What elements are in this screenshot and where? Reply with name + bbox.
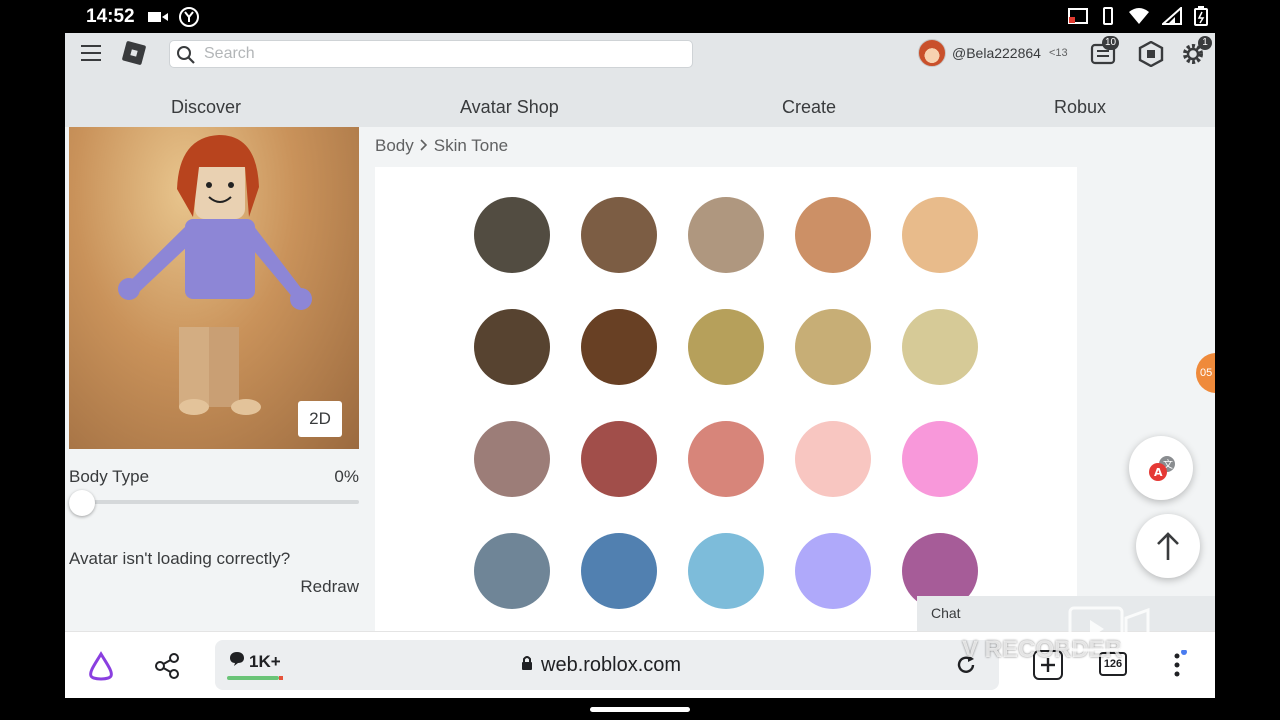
chat-label: Chat bbox=[931, 605, 961, 621]
notifications-badge: 10 bbox=[1102, 36, 1120, 50]
recorder-watermark: V RECORDER bbox=[962, 606, 1150, 664]
skin-tone-swatch[interactable] bbox=[902, 421, 978, 497]
skin-tone-swatch[interactable] bbox=[581, 533, 657, 609]
tab-discover[interactable]: Discover bbox=[171, 97, 241, 118]
skin-tone-swatch[interactable] bbox=[688, 533, 764, 609]
avatar-loading-message: Avatar isn't loading correctly? bbox=[69, 549, 291, 568]
skin-tone-swatch[interactable] bbox=[795, 309, 871, 385]
breadcrumb: Body Skin Tone bbox=[375, 136, 508, 156]
more-options-icon[interactable] bbox=[1167, 649, 1187, 685]
lock-icon bbox=[521, 654, 533, 677]
vibrate-icon bbox=[1100, 7, 1116, 30]
messages-button[interactable]: 10 bbox=[1090, 36, 1120, 67]
avatar[interactable] bbox=[918, 39, 946, 67]
comments-count: 1K+ bbox=[249, 651, 281, 671]
skin-tone-swatch[interactable] bbox=[474, 309, 550, 385]
user-menu[interactable]: @Bela222864 <13 bbox=[918, 39, 1068, 67]
skin-tone-swatch[interactable] bbox=[795, 197, 871, 273]
rating-bar bbox=[227, 676, 283, 680]
wifi-icon bbox=[1128, 7, 1150, 30]
alice-assistant-icon[interactable] bbox=[85, 650, 117, 687]
status-time: 14:52 bbox=[86, 6, 135, 27]
recorder-logo-icon bbox=[1068, 606, 1150, 652]
body-type-value: 0% bbox=[334, 467, 359, 486]
robux-icon bbox=[1138, 40, 1164, 68]
settings-button[interactable]: 1 bbox=[1180, 36, 1212, 67]
roblox-logo-icon[interactable] bbox=[121, 40, 147, 66]
search-bar[interactable] bbox=[169, 40, 693, 68]
url-text: web.roblox.com bbox=[541, 654, 682, 676]
skin-tone-swatch[interactable] bbox=[474, 421, 550, 497]
skin-tone-swatch[interactable] bbox=[795, 421, 871, 497]
body-type-slider[interactable] bbox=[77, 500, 359, 504]
roblox-header: @Bela222864 <13 10 1 Discover Avatar Sho… bbox=[65, 33, 1215, 127]
skin-tone-swatch[interactable] bbox=[688, 421, 764, 497]
breadcrumb-skin-tone: Skin Tone bbox=[433, 136, 509, 155]
skin-tone-swatch[interactable] bbox=[688, 197, 764, 273]
avatar-panel: 2D Body Type 0% Avatar isn't loading cor… bbox=[65, 127, 365, 647]
tab-create[interactable]: Create bbox=[782, 97, 836, 118]
age-badge: <13 bbox=[1048, 47, 1068, 59]
translate-icon: 文 A bbox=[1149, 456, 1175, 481]
search-input[interactable] bbox=[204, 44, 674, 64]
skin-tone-swatch[interactable] bbox=[902, 197, 978, 273]
menu-icon[interactable] bbox=[81, 45, 101, 61]
scroll-to-top-button[interactable] bbox=[1136, 514, 1200, 578]
comment-bubble-icon bbox=[229, 651, 245, 672]
translate-button[interactable]: 文 A bbox=[1129, 436, 1193, 500]
skin-tone-swatch[interactable] bbox=[581, 421, 657, 497]
skin-tone-swatch[interactable] bbox=[474, 197, 550, 273]
video-camera-icon bbox=[148, 10, 168, 29]
battery-icon bbox=[1194, 6, 1208, 31]
svg-text:A: A bbox=[1154, 466, 1163, 479]
toggle-2d-button[interactable]: 2D bbox=[298, 401, 342, 437]
browser-viewport: @Bela222864 <13 10 1 Discover Avatar Sho… bbox=[65, 33, 1215, 698]
skin-tone-swatch[interactable] bbox=[688, 309, 764, 385]
tab-avatar-shop[interactable]: Avatar Shop bbox=[460, 97, 559, 118]
robux-button[interactable] bbox=[1138, 40, 1164, 68]
system-status-bar: 14:52 bbox=[0, 0, 1280, 33]
avatar-preview: 2D bbox=[69, 127, 359, 449]
comments-counter[interactable]: 1K+ bbox=[229, 651, 281, 672]
address-bar[interactable]: 1K+ web.roblox.com bbox=[215, 640, 999, 690]
skin-tone-grid bbox=[375, 167, 1077, 637]
skin-tone-swatch[interactable] bbox=[474, 533, 550, 609]
cast-icon bbox=[1068, 7, 1088, 30]
share-icon[interactable] bbox=[153, 652, 181, 685]
redraw-link[interactable]: Redraw bbox=[300, 577, 359, 597]
chat-bar[interactable]: Chat bbox=[917, 596, 1215, 632]
settings-badge: 1 bbox=[1198, 36, 1212, 50]
skin-tone-swatch[interactable] bbox=[902, 309, 978, 385]
skin-tone-swatch[interactable] bbox=[795, 533, 871, 609]
skin-tone-swatch[interactable] bbox=[581, 309, 657, 385]
home-indicator[interactable] bbox=[590, 707, 690, 712]
slider-handle[interactable] bbox=[69, 490, 95, 516]
body-type-label: Body Type bbox=[69, 467, 150, 486]
skin-tone-swatch[interactable] bbox=[581, 197, 657, 273]
breadcrumb-body[interactable]: Body bbox=[375, 136, 414, 156]
signal-icon bbox=[1160, 5, 1182, 30]
chevron-right-icon bbox=[420, 136, 428, 156]
yandex-icon bbox=[178, 6, 200, 33]
arrow-up-icon bbox=[1157, 532, 1179, 560]
url-display[interactable]: web.roblox.com bbox=[521, 654, 681, 677]
floating-bubble[interactable]: 05 bbox=[1196, 353, 1215, 393]
username: @Bela222864 bbox=[952, 45, 1041, 61]
tab-robux[interactable]: Robux bbox=[1054, 97, 1106, 118]
search-icon bbox=[176, 45, 196, 70]
